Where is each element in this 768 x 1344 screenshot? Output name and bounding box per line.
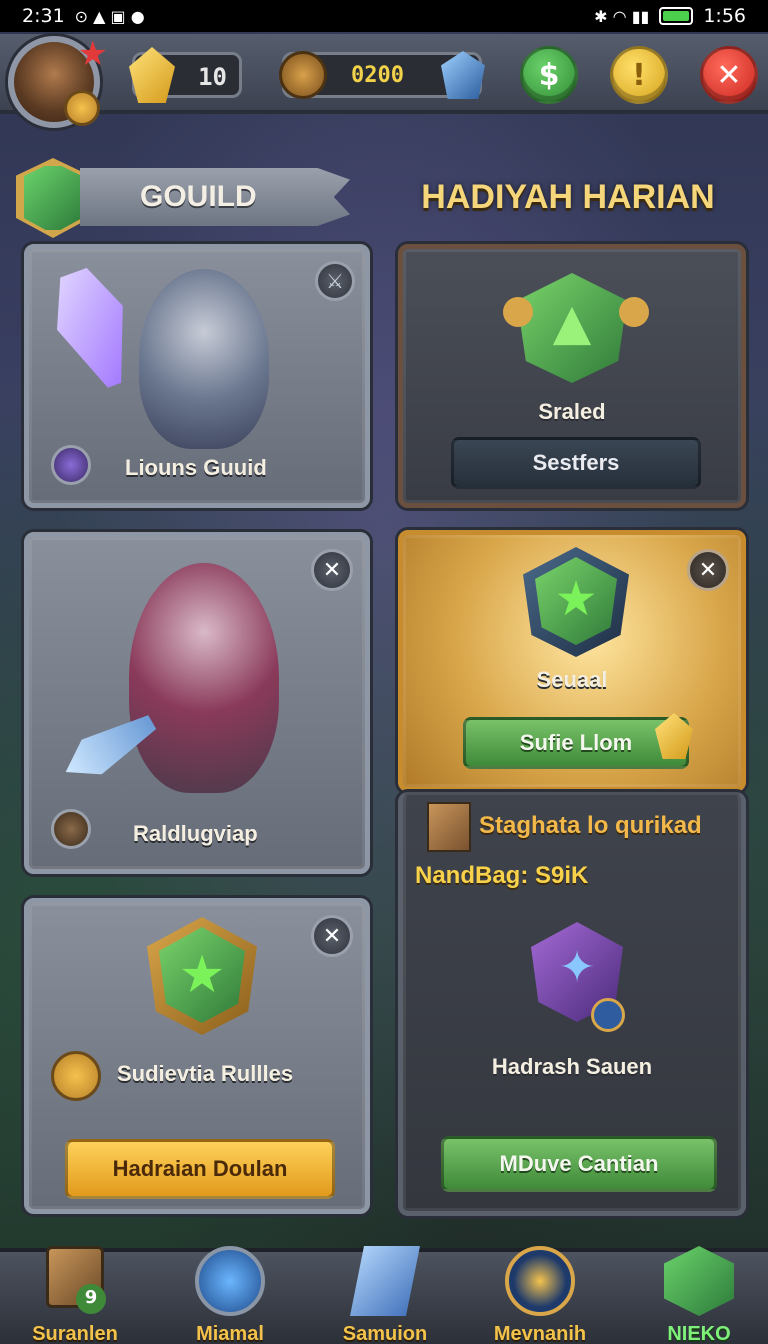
hooded-mage-icon [129,563,279,793]
daily-card-bottom[interactable]: Staghata lo qurikad NandBag: S9iK ✦ Hadr… [398,792,746,1216]
close-button[interactable]: ✕ [700,46,758,104]
gold-coin-icon [51,1051,101,1101]
chest-icon [427,802,471,852]
compass-icon [505,1246,575,1316]
select-button-label: Sestfers [532,450,620,475]
sword-badge-icon[interactable]: ⚔ [315,261,355,301]
battery-icon [659,7,694,25]
right-ornament [619,297,649,327]
card-name: Sudievtia Rullles [117,1061,294,1086]
gem-icon [129,47,175,103]
gem-count: 10 [198,63,227,91]
left-ornament [503,297,533,327]
blue-gem-icon [195,1246,265,1316]
card-name: Sraled [538,399,606,424]
claim-button[interactable]: Sufie Llom [463,717,689,769]
claim-button[interactable]: MDuve Cantian [441,1136,717,1192]
claim-button[interactable]: Hadraian Doulan [65,1139,335,1199]
info-line-1: Staghata lo qurikad [479,812,702,839]
info-button[interactable]: ! [610,46,668,104]
purple-gem-icon [51,445,91,485]
crossed-swords-icon[interactable]: ✕ [311,549,353,591]
card-name: Raldlugviap [133,821,258,846]
green-crystal-icon: ▲ [517,273,627,383]
info-icon: ! [632,57,646,93]
nav-item-suranlen[interactable]: 9 Suranlen [0,1246,150,1344]
nav-label: NIEKO [667,1323,731,1344]
nav-item-mevnanih[interactable]: Mevnanih [465,1246,615,1344]
daily-card-scaled[interactable]: ▲ Sraled Sestfers [398,244,746,508]
info-line-2: NandBag: S9iK [415,862,589,889]
claim-button-label: Sufie Llom [519,730,633,755]
close-icon: ✕ [716,57,742,93]
claim-button-label: MDuve Cantian [499,1151,659,1176]
guild-title-banner: GOUILD [80,168,350,226]
status-time-left: 2:31 [22,5,65,27]
nav-item-miamal[interactable]: Miamal [155,1246,305,1344]
nav-item-nieko[interactable]: NIEKO [630,1246,768,1344]
card-name: Hadrash Sauen [491,1054,653,1079]
bottom-nav: 9 Suranlen Miamal Samuion Mevnanih NIEKO [0,1246,768,1344]
home-icon [664,1246,734,1316]
card-name: Seuaal [536,667,608,692]
guild-card-2[interactable]: ✕ Raldlugviap [24,532,370,874]
gem-counter[interactable]: 10 [129,47,242,103]
card-name: Liouns Guuid [125,455,267,480]
small-star-badge-icon [591,998,625,1032]
guild-title: GOUILD [140,180,257,213]
gold-count: 0200 [351,63,404,88]
shop-button[interactable]: $ [520,46,578,104]
nav-label: Samuion [342,1323,428,1344]
select-button[interactable]: Sestfers [451,437,701,489]
crystal-hammer-icon [41,261,148,398]
nav-badge: 9 [76,1284,106,1314]
coin-badge-icon [64,90,100,126]
rune-badge-icon [51,809,91,849]
player-avatar[interactable]: ★ [8,34,108,128]
nav-label: Mevnanih [493,1323,587,1344]
gold-counter[interactable]: 0200 [279,51,485,99]
dollar-icon: $ [538,57,560,93]
guild-card-3[interactable]: ★ ✕ Sudievtia Rullles Hadraian Doulan [24,898,370,1214]
coin-icon [279,51,327,99]
notification-icons: ⊙ ▲ ▣ ● [74,6,145,26]
star-icon: ★ [77,34,108,74]
nav-item-samuion[interactable]: Samuion [310,1246,460,1344]
crystal-card-icon [350,1246,420,1316]
claim-button-label: Hadraian Doulan [112,1156,288,1181]
guild-card-1[interactable]: ⚔ Liouns Guuid [24,244,370,508]
status-time-right: 1:56 [703,5,746,27]
nav-label: Suranlen [32,1323,118,1344]
daily-card-sequal[interactable]: ★ ✕ Seuaal Sufie Llom [398,530,746,792]
blue-gem-icon [441,51,485,99]
nav-label: Miamal [196,1323,264,1344]
status-bar: 2:31 ⊙ ▲ ▣ ● ✱ ◠ ▮▮ 1:56 [0,0,768,32]
close-card-icon[interactable]: ✕ [687,549,729,591]
signal-icons: ✱ ◠ ▮▮ [594,6,650,26]
daily-reward-title: HADIYAH HARIAN [421,178,715,216]
armored-warrior-icon [139,269,269,449]
crossed-swords-icon[interactable]: ✕ [311,915,353,957]
